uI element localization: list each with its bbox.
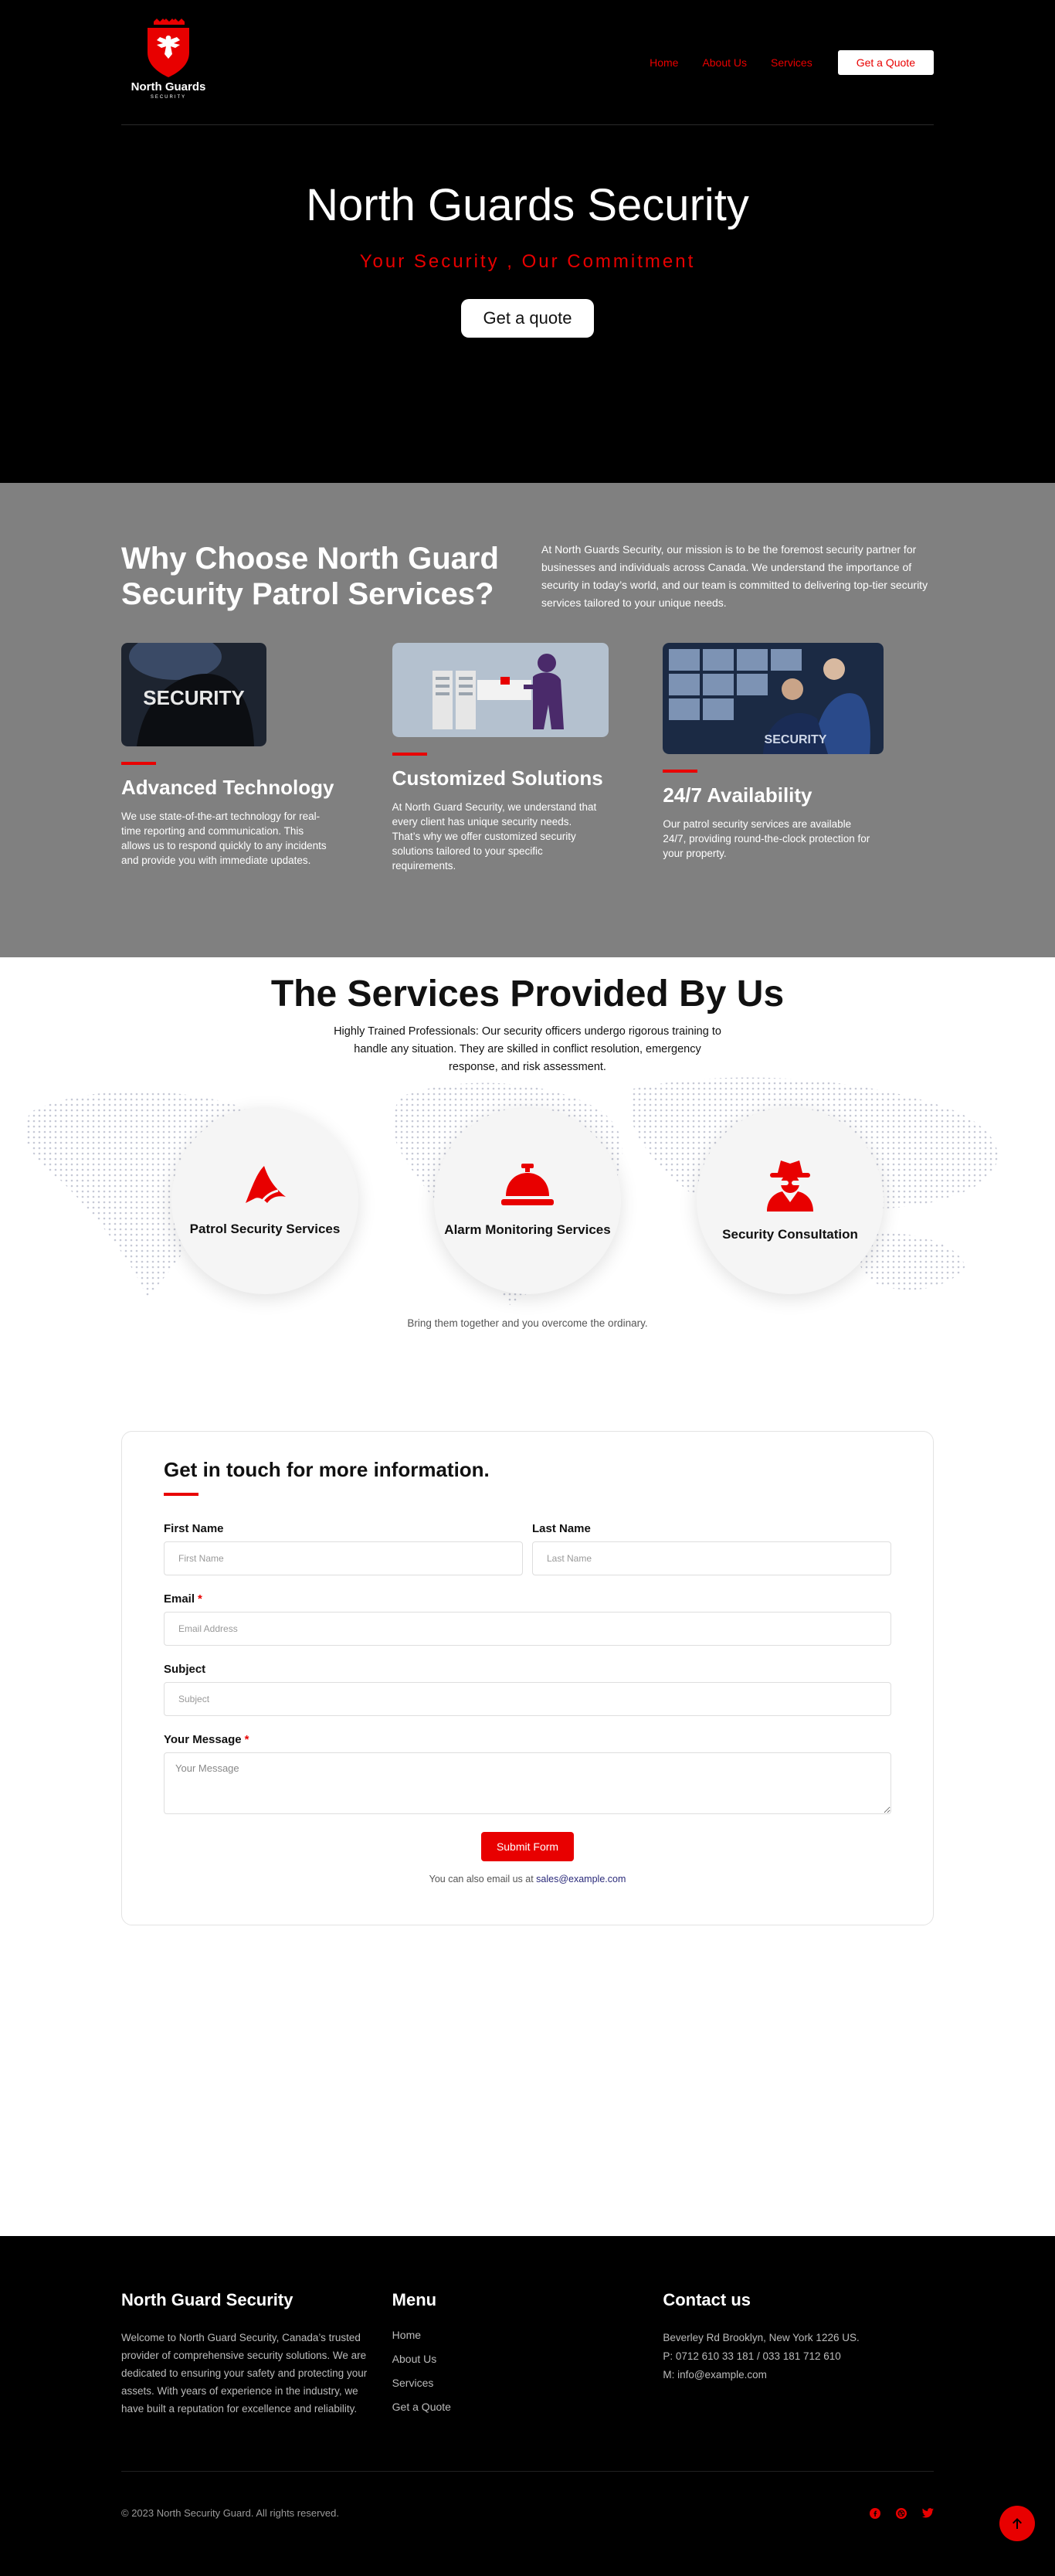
footer-menu-title: Menu (392, 2290, 437, 2309)
feature-accent-line (392, 753, 427, 756)
service-label: Patrol Security Services (189, 1222, 341, 1236)
services-footnote: Bring them together and you overcome the… (407, 1317, 648, 1329)
security-image-label: SECURITY (765, 733, 827, 746)
footer-email: M: info@example.com (663, 2369, 767, 2381)
nav-home[interactable]: Home (650, 56, 678, 69)
submit-form-button[interactable]: Submit Form (480, 1832, 575, 1861)
service-alarm-monitoring[interactable]: Alarm Monitoring Services (434, 1107, 621, 1294)
twitter-icon[interactable] (922, 2507, 934, 2518)
why-title: Why Choose North Guard Security Patrol S… (121, 542, 499, 611)
feature-text: We use state-of-the-art technology for r… (121, 811, 327, 866)
service-patrol[interactable]: Patrol Security Services (171, 1107, 358, 1294)
top-nav: North Guards SECURITY Home About Us Serv… (121, 0, 934, 125)
first-name-label: First Name (164, 1522, 224, 1535)
nav-services[interactable]: Services (771, 56, 812, 69)
message-textarea[interactable] (164, 1752, 891, 1814)
logo-name: North Guards (131, 80, 206, 93)
hero-title: North Guards Security (306, 180, 749, 230)
email-label: Email (164, 1592, 195, 1606)
email-note-text: You can also email us at (429, 1874, 534, 1884)
main-menu: Home About Us Services Get a Quote (626, 49, 934, 75)
footer-contact-title: Contact us (663, 2290, 751, 2309)
email-note: You can also email us at sales@example.c… (164, 1874, 891, 1884)
feature-card: SECURITY 24/7 Availability Our patrol se… (663, 643, 934, 873)
required-mark: * (198, 1592, 202, 1606)
required-mark: * (244, 1733, 249, 1746)
footer-link-get-quote[interactable]: Get a Quote (392, 2401, 663, 2413)
why-choose-section: Why Choose North Guard Security Patrol S… (0, 483, 1055, 957)
subject-input[interactable] (164, 1682, 891, 1716)
feature-text: Our patrol security services are availab… (663, 818, 870, 859)
footer-address: Beverley Rd Brooklyn, New York 1226 US. (663, 2332, 860, 2343)
form-accent-line (164, 1493, 198, 1496)
service-bell-icon (501, 1164, 554, 1205)
feature-accent-line (663, 770, 698, 773)
why-text: At North Guards Security, our mission is… (541, 543, 928, 609)
first-name-input[interactable] (164, 1541, 523, 1575)
shark-fin-icon (246, 1166, 286, 1204)
security-guard-image: SECURITY (121, 643, 266, 746)
service-label: Alarm Monitoring Services (444, 1222, 611, 1237)
footer-link-home[interactable]: Home (392, 2329, 663, 2341)
footer-about-title: North Guard Security (121, 2290, 293, 2309)
contact-section: Get in touch for more information. First… (0, 1359, 1055, 2236)
footer-link-about-us[interactable]: About Us (392, 2353, 663, 2365)
subject-label: Subject (164, 1663, 206, 1676)
arrow-up-icon (1013, 2518, 1022, 2529)
services-description: Highly Trained Professionals: Our securi… (334, 1025, 721, 1073)
footer-phone: P: 0712 610 33 181 / 033 181 712 610 (663, 2350, 841, 2362)
hero-section: North Guards SECURITY Home About Us Serv… (0, 0, 1055, 483)
form-title: Get in touch for more information. (164, 1458, 490, 1481)
feature-title: Advanced Technology (121, 776, 334, 799)
hacker-server-image (392, 643, 609, 737)
scroll-to-top-button[interactable] (999, 2506, 1035, 2541)
social-links (870, 2507, 934, 2519)
feature-card: SECURITY Advanced Technology We use stat… (121, 643, 392, 873)
footer-about-text: Welcome to North Guard Security, Canada’… (121, 2332, 368, 2415)
feature-accent-line (121, 762, 156, 765)
sales-email-link[interactable]: sales@example.com (536, 1874, 626, 1884)
logo-subtitle: SECURITY (150, 95, 187, 100)
site-footer: North Guard Security Welcome to North Gu… (0, 2236, 1055, 2576)
facebook-icon[interactable] (870, 2507, 880, 2519)
get-quote-button[interactable]: Get a Quote (837, 49, 934, 75)
monitoring-room-image: SECURITY (663, 643, 884, 754)
feature-text: At North Guard Security, we understand t… (392, 801, 597, 872)
last-name-input[interactable] (532, 1541, 891, 1575)
logo[interactable]: North Guards SECURITY (121, 19, 215, 100)
service-label: Security Consultation (722, 1227, 858, 1242)
contact-form: Get in touch for more information. First… (121, 1431, 934, 1925)
nav-about-us[interactable]: About Us (702, 56, 747, 69)
services-section: The Services Provided By Us Highly Train… (0, 957, 1055, 1359)
dribbble-icon[interactable] (896, 2507, 907, 2519)
feature-card: Customized Solutions At North Guard Secu… (392, 643, 663, 873)
copyright: © 2023 North Security Guard. All rights … (121, 2507, 339, 2519)
hero-quote-button[interactable]: Get a quote (460, 299, 595, 338)
services-title: The Services Provided By Us (270, 974, 785, 1014)
hero-subtitle: Your Security , Our Commitment (359, 251, 696, 272)
feature-title: 24/7 Availability (663, 783, 812, 807)
user-secret-icon (767, 1161, 813, 1212)
last-name-label: Last Name (532, 1522, 591, 1535)
email-input[interactable] (164, 1612, 891, 1646)
feature-title: Customized Solutions (392, 766, 603, 790)
security-image-label: SECURITY (143, 686, 244, 709)
footer-link-services[interactable]: Services (392, 2377, 663, 2389)
service-consultation[interactable]: Security Consultation (697, 1107, 884, 1294)
message-label: Your Message (164, 1733, 242, 1746)
shield-eagle-icon (148, 19, 189, 77)
